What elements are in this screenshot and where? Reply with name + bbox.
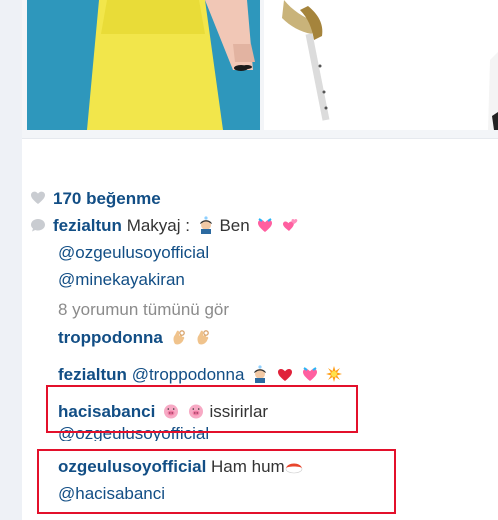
comment-username[interactable]: troppodonna <box>58 328 163 347</box>
caption-row: fezialtun Makyaj : Ben <box>30 215 299 237</box>
comment-bubble-icon <box>31 219 45 232</box>
person-emoji-icon <box>254 365 267 383</box>
likes-count[interactable]: 170 beğenme <box>53 189 161 208</box>
photo-left-figure <box>27 0 260 130</box>
heart-ribbon-emoji-icon <box>302 367 317 381</box>
collision-emoji-icon <box>326 366 343 382</box>
caption-text-2: Ben <box>219 216 250 235</box>
comment-mention[interactable]: @troppodonna <box>132 365 245 384</box>
comment-username[interactable]: fezialtun <box>58 365 127 384</box>
photo-left-panel <box>27 0 260 130</box>
caption-mention-1[interactable]: @ozgeulusoyofficial <box>58 242 209 264</box>
red-heart-emoji-icon <box>277 369 292 381</box>
caption-text: Makyaj : <box>126 216 190 235</box>
left-gutter <box>0 0 22 520</box>
ok-hand-emoji-icon <box>173 330 185 345</box>
two-hearts-emoji-icon <box>283 219 298 231</box>
heart-icon <box>31 191 45 204</box>
caption-username[interactable]: fezialtun <box>53 216 122 235</box>
caption-mention-2[interactable]: @minekayakiran <box>58 269 185 291</box>
highlight-box <box>46 385 358 433</box>
photo-right-panel <box>264 0 498 130</box>
comment-row: troppodonna <box>58 327 212 349</box>
view-all-comments-link[interactable]: 8 yorumun tümünü gör <box>58 299 229 321</box>
post-photo[interactable] <box>22 0 498 138</box>
ok-hand-emoji-icon <box>197 330 210 345</box>
comment-row: fezialtun @troppodonna <box>58 364 343 386</box>
highlight-box <box>37 449 396 514</box>
photo-right-figure <box>264 0 498 130</box>
divider <box>22 138 498 139</box>
likes-row[interactable]: 170 beğenme <box>30 188 161 210</box>
heart-ribbon-emoji-icon <box>258 218 273 232</box>
person-emoji-icon <box>199 216 212 234</box>
